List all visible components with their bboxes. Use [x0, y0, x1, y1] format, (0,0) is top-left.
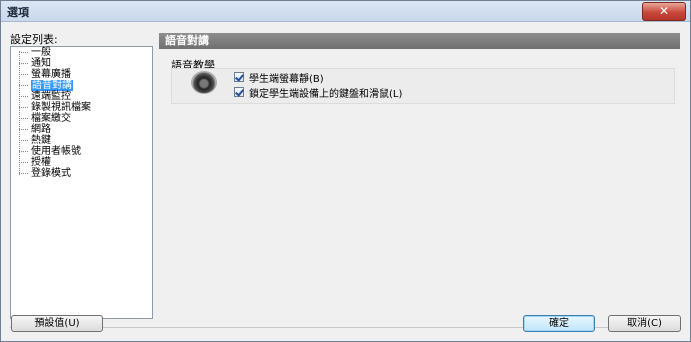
panel-header: 語音對講 [159, 33, 680, 49]
checkbox-label: 鎖定學生端設備上的鍵盤和滑鼠(L) [249, 88, 403, 100]
tree-item-file-submit[interactable]: 檔案繳交 [19, 113, 71, 124]
dialog-body: 設定列表: 一般 通知 螢幕廣播 語音對講 遠端監控 錄製視訊檔案 檔案繳交 網… [2, 22, 689, 340]
checkbox-lock-input[interactable]: 鎖定學生端設備上的鍵盤和滑鼠(L) [234, 86, 403, 100]
tree-item-login-mode[interactable]: 登錄模式 [19, 168, 71, 179]
tree-item-record-video[interactable]: 錄製視訊檔案 [19, 102, 91, 113]
settings-list-label: 設定列表: [10, 33, 58, 46]
checkbox-checked-icon[interactable] [234, 72, 244, 82]
tree-item-network[interactable]: 網路 [19, 124, 51, 135]
tree-item-notification[interactable]: 通知 [19, 58, 51, 69]
title-bar[interactable]: 選項 ✕ [1, 1, 690, 22]
tree-item-license[interactable]: 授權 [19, 157, 51, 168]
ok-button[interactable]: 確定 [523, 315, 595, 332]
settings-tree[interactable]: 一般 通知 螢幕廣播 語音對講 遠端監控 錄製視訊檔案 檔案繳交 網路 熱鍵 使… [10, 46, 153, 319]
tree-item-remote-monitor[interactable]: 遠端監控 [19, 91, 71, 102]
tree-item-general[interactable]: 一般 [19, 47, 51, 58]
defaults-button[interactable]: 預設值(U) [11, 315, 103, 332]
checkbox-label: 學生端螢幕靜(B) [249, 73, 324, 85]
speaker-icon [191, 71, 217, 94]
tree-item-screen-broadcast[interactable]: 螢幕廣播 [19, 69, 71, 80]
close-icon: ✕ [658, 4, 670, 18]
tree-item-hotkeys[interactable]: 熱鍵 [19, 135, 51, 146]
checkbox-mute-students[interactable]: 學生端螢幕靜(B) [234, 71, 324, 85]
options-dialog: 選項 ✕ 設定列表: 一般 通知 螢幕廣播 語音對講 遠端監控 錄製視訊檔案 檔… [0, 0, 691, 342]
window-title: 選項 [7, 6, 29, 19]
cancel-button[interactable]: 取消(C) [608, 315, 681, 332]
checkbox-checked-icon[interactable] [234, 87, 244, 97]
tree-item-user-account[interactable]: 使用者帳號 [19, 146, 81, 157]
close-button[interactable]: ✕ [642, 2, 686, 21]
tree-item-voice-intercom[interactable]: 語音對講 [19, 80, 73, 91]
